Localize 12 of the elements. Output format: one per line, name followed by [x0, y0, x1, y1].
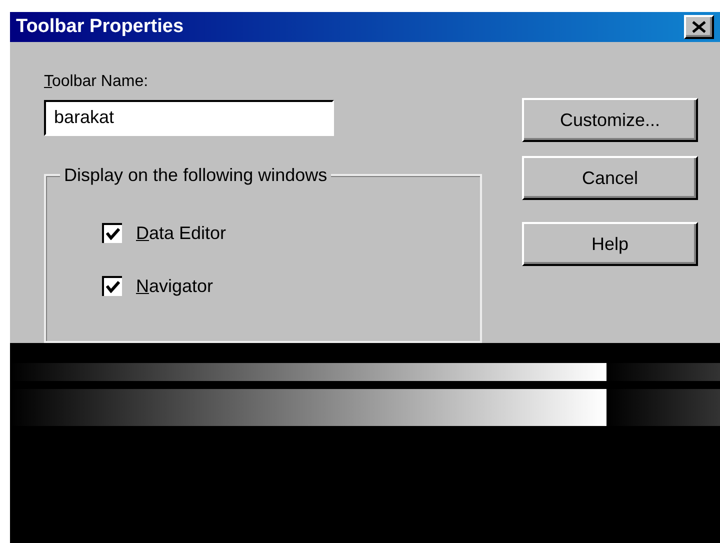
checkbox-label: Navigator [136, 274, 214, 298]
dialog-button[interactable]: Customize... [522, 98, 698, 142]
toolbar-name-label: Toolbar Name: [44, 72, 150, 92]
toolbar-name-field[interactable]: barakat [44, 100, 334, 136]
close-icon [692, 21, 706, 33]
close-button[interactable] [684, 15, 714, 39]
checkbox[interactable] [102, 276, 122, 296]
dialog-button[interactable]: Help [522, 222, 698, 266]
checkbox[interactable] [102, 223, 122, 244]
window-title: Toolbar Properties [16, 14, 184, 39]
dialog-button[interactable]: Cancel [522, 156, 698, 200]
checkbox-label: Data Editor [136, 222, 226, 245]
